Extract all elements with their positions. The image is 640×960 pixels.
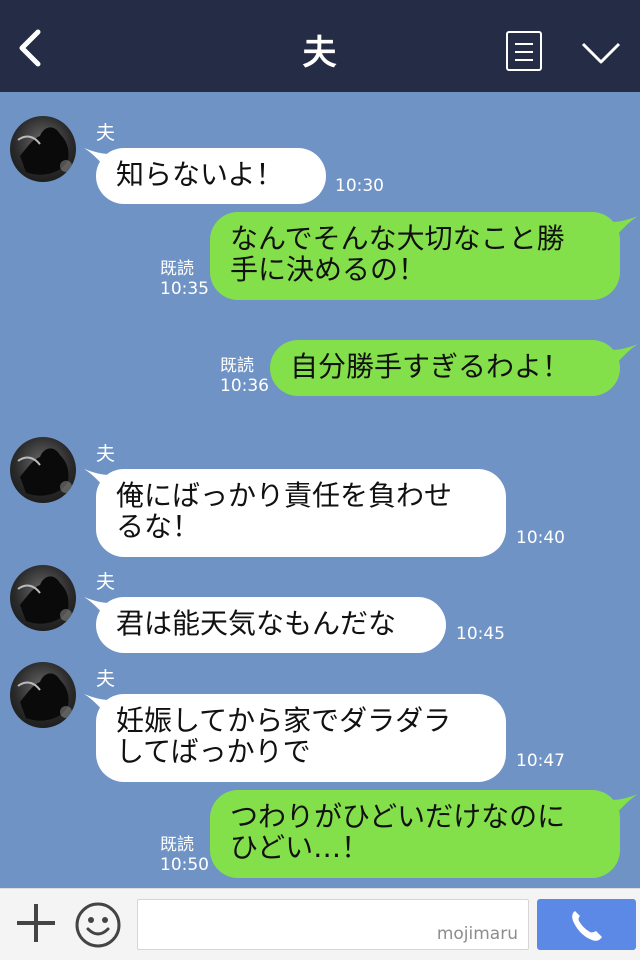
bubble-tail	[612, 794, 638, 818]
message-bubble[interactable]: 自分勝手すぎるわよ！	[270, 340, 620, 396]
message-input[interactable]: mojimaru	[137, 899, 529, 950]
avatar[interactable]	[10, 565, 76, 631]
sender-name: 夫	[96, 443, 116, 465]
bubble-tail	[612, 216, 638, 240]
message-text: るな！	[116, 510, 201, 543]
chat-title: 夫	[302, 33, 338, 73]
watermark: mojimaru	[436, 924, 518, 944]
avatar[interactable]	[10, 437, 76, 503]
avatar[interactable]	[10, 116, 76, 182]
read-receipt: 既読	[160, 835, 194, 855]
message-bubble[interactable]: 妊娠してから家でダラダラ してばっかりで	[96, 694, 506, 782]
message-list[interactable]: 夫 知らないよ！ 10:30 既読 10:35 なんでそんな大切なこと勝 手に決…	[0, 92, 640, 888]
timestamp: 10:45	[456, 624, 505, 644]
phone-icon	[572, 911, 602, 941]
message-text: 自分勝手すぎるわよ！	[290, 350, 571, 383]
message-text: なんでそんな大切なこと勝	[230, 222, 565, 255]
plus-icon[interactable]	[15, 902, 57, 944]
message-bubble[interactable]: 俺にばっかり責任を負わせ るな！	[96, 469, 506, 557]
smile-icon[interactable]	[74, 901, 122, 949]
message-bubble[interactable]: つわりがひどいだけなのに ひどい…！	[210, 790, 620, 878]
sender-name: 夫	[96, 571, 116, 593]
message-bubble[interactable]: 知らないよ！	[96, 148, 326, 204]
read-receipt: 既読	[160, 259, 194, 279]
message-bubble[interactable]: なんでそんな大切なこと勝 手に決めるの！	[210, 212, 620, 300]
message-text: つわりがひどいだけなのに	[230, 800, 566, 833]
sender-name: 夫	[96, 122, 116, 144]
read-receipt: 既読	[220, 356, 254, 376]
timestamp: 10:30	[335, 176, 384, 196]
timestamp: 10:47	[516, 751, 565, 771]
message-text: 俺にばっかり責任を負わせ	[116, 479, 453, 512]
menu-icon[interactable]	[506, 31, 542, 71]
timestamp: 10:40	[516, 528, 565, 548]
bubble-tail	[612, 344, 638, 368]
chevron-down-icon[interactable]	[580, 40, 622, 66]
message-text: してばっかりで	[116, 735, 311, 768]
input-bar: mojimaru	[0, 888, 640, 960]
timestamp: 10:35	[160, 279, 209, 299]
sender-name: 夫	[96, 668, 116, 690]
message-text: 君は能天気なもんだな	[116, 607, 397, 640]
message-text: 手に決めるの！	[230, 253, 427, 286]
message-text: ひどい…！	[230, 831, 370, 864]
message-bubble[interactable]: 君は能天気なもんだな	[96, 597, 446, 653]
avatar[interactable]	[10, 662, 76, 728]
chat-header: 夫	[0, 0, 640, 92]
message-text: 知らないよ！	[116, 158, 284, 191]
timestamp: 10:50	[160, 855, 209, 875]
timestamp: 10:36	[220, 376, 269, 396]
message-text: 妊娠してから家でダラダラ	[116, 704, 452, 737]
call-button[interactable]	[537, 899, 636, 950]
